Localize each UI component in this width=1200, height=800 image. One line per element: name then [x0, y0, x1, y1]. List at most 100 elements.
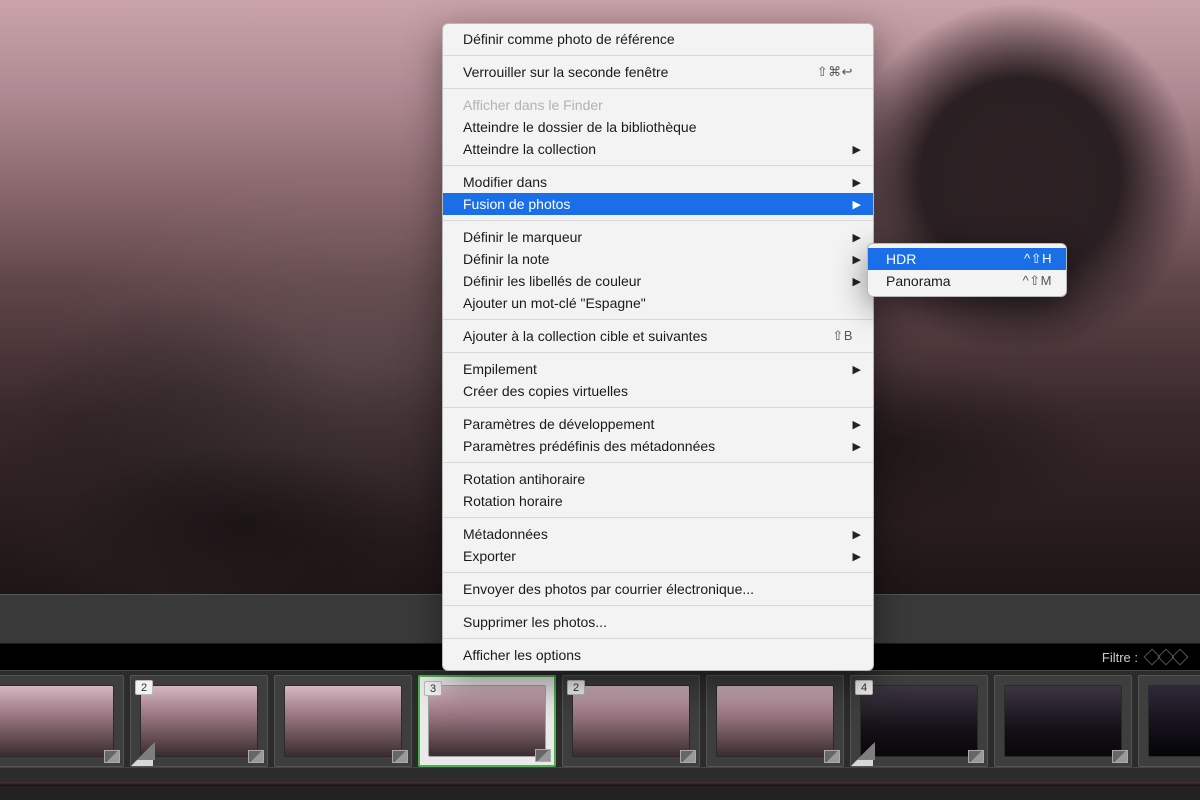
thumbnail-properties-icon — [824, 750, 840, 763]
thumbnail-properties-icon — [104, 750, 120, 763]
menu-separator — [443, 88, 873, 89]
menu-item[interactable]: Rotation antihoraire — [443, 468, 873, 490]
thumbnail-image — [429, 686, 545, 756]
menu-item-label: Supprimer les photos... — [463, 614, 853, 630]
thumbnail-image — [141, 686, 257, 756]
stack-count-badge: 4 — [855, 680, 873, 695]
menu-item[interactable]: Ajouter à la collection cible et suivant… — [443, 325, 873, 347]
menu-item[interactable]: Fusion de photos▶ — [443, 193, 873, 215]
menu-item[interactable]: Paramètres de développement▶ — [443, 413, 873, 435]
menu-item-label: Métadonnées — [463, 526, 853, 542]
menu-item[interactable]: Exporter▶ — [443, 545, 873, 567]
menu-item-label: Définir la note — [463, 251, 853, 267]
menu-item-label: Définir comme photo de référence — [463, 31, 853, 47]
thumbnail[interactable]: 2 — [562, 675, 700, 767]
menu-item-label: Envoyer des photos par courrier électron… — [463, 581, 853, 597]
menu-item[interactable]: Supprimer les photos... — [443, 611, 873, 633]
thumbnail-image — [1149, 686, 1200, 756]
menu-item-label: Atteindre le dossier de la bibliothèque — [463, 119, 853, 135]
menu-item-label: Afficher dans le Finder — [463, 97, 853, 113]
menu-item[interactable]: Rotation horaire — [443, 490, 873, 512]
submenu-item-shortcut: ^⇧H — [1024, 251, 1052, 267]
menu-item: Afficher dans le Finder — [443, 94, 873, 116]
menu-item-label: Paramètres de développement — [463, 416, 853, 432]
menu-item[interactable]: Définir la note▶ — [443, 248, 873, 270]
submenu-item[interactable]: HDR^⇧H — [868, 248, 1066, 270]
thumbnail-properties-icon — [392, 750, 408, 763]
menu-item[interactable]: Atteindre la collection▶ — [443, 138, 873, 160]
menu-item[interactable]: Modifier dans▶ — [443, 171, 873, 193]
thumbnail[interactable]: 4 — [850, 675, 988, 767]
thumbnail-properties-icon — [680, 750, 696, 763]
submenu-item[interactable]: Panorama^⇧M — [868, 270, 1066, 292]
menu-item[interactable]: Envoyer des photos par courrier électron… — [443, 578, 873, 600]
menu-separator — [443, 605, 873, 606]
menu-separator — [443, 407, 873, 408]
submenu-arrow-icon: ▶ — [853, 275, 861, 288]
menu-item-label: Créer des copies virtuelles — [463, 383, 853, 399]
thumbnail[interactable] — [1138, 675, 1200, 767]
submenu-arrow-icon: ▶ — [853, 550, 861, 563]
filter-flag-controls[interactable] — [1146, 651, 1186, 663]
menu-separator — [443, 55, 873, 56]
stack-count-badge: 3 — [424, 681, 442, 696]
menu-item-label: Atteindre la collection — [463, 141, 853, 157]
filter-label: Filtre : — [1102, 650, 1138, 665]
menu-item[interactable]: Définir le marqueur▶ — [443, 226, 873, 248]
menu-item-shortcut: ⇧B — [832, 328, 853, 344]
menu-item[interactable]: Métadonnées▶ — [443, 523, 873, 545]
menu-item[interactable]: Afficher les options — [443, 644, 873, 666]
filmstrip[interactable]: 2 3 2 4 — [0, 670, 1200, 782]
submenu-item-label: Panorama — [886, 273, 1023, 289]
menu-item-label: Ajouter un mot-clé "Espagne" — [463, 295, 853, 311]
stack-fold-icon — [131, 744, 153, 766]
menu-item-label: Rotation antihoraire — [463, 471, 853, 487]
submenu-arrow-icon: ▶ — [853, 528, 861, 541]
menu-separator — [443, 319, 873, 320]
context-menu[interactable]: Définir comme photo de référence Verrouil… — [442, 23, 874, 671]
submenu-item-shortcut: ^⇧M — [1023, 273, 1052, 289]
menu-separator — [443, 517, 873, 518]
submenu-arrow-icon: ▶ — [853, 418, 861, 431]
thumbnail[interactable]: 3 — [418, 675, 556, 767]
thumbnail[interactable] — [0, 675, 124, 767]
menu-item[interactable]: Paramètres prédéfinis des métadonnées▶ — [443, 435, 873, 457]
thumbnail-image — [573, 686, 689, 756]
menu-separator — [443, 352, 873, 353]
thumbnail-properties-icon — [1112, 750, 1128, 763]
filter-diamond-icon — [1172, 649, 1189, 666]
thumbnail-image — [1005, 686, 1121, 756]
thumbnail[interactable] — [274, 675, 412, 767]
menu-item[interactable]: Ajouter un mot-clé "Espagne" — [443, 292, 873, 314]
stack-fold-icon — [851, 744, 873, 766]
menu-item[interactable]: Définir comme photo de référence — [443, 28, 873, 50]
thumbnail-image — [717, 686, 833, 756]
thumbnail[interactable] — [994, 675, 1132, 767]
menu-item[interactable]: Définir les libellés de couleur▶ — [443, 270, 873, 292]
menu-item-label: Définir les libellés de couleur — [463, 273, 853, 289]
menu-separator — [443, 220, 873, 221]
thumbnail-properties-icon — [968, 750, 984, 763]
submenu-arrow-icon: ▶ — [853, 440, 861, 453]
menu-item-label: Rotation horaire — [463, 493, 853, 509]
submenu-arrow-icon: ▶ — [853, 176, 861, 189]
submenu-item-label: HDR — [886, 251, 1024, 267]
menu-separator — [443, 572, 873, 573]
menu-item-label: Exporter — [463, 548, 853, 564]
menu-separator — [443, 638, 873, 639]
menu-item[interactable]: Empilement▶ — [443, 358, 873, 380]
stack-count-badge: 2 — [135, 680, 153, 695]
thumbnail-image — [0, 686, 113, 756]
thumbnail[interactable] — [706, 675, 844, 767]
menu-item-label: Verrouiller sur la seconde fenêtre — [463, 64, 817, 80]
menu-item-label: Définir le marqueur — [463, 229, 853, 245]
submenu-arrow-icon: ▶ — [853, 253, 861, 266]
menu-item[interactable]: Atteindre le dossier de la bibliothèque — [443, 116, 873, 138]
menu-item[interactable]: Verrouiller sur la seconde fenêtre⇧⌘↩ — [443, 61, 873, 83]
thumbnail[interactable]: 2 — [130, 675, 268, 767]
menu-item-shortcut: ⇧⌘↩ — [817, 64, 853, 80]
menu-item[interactable]: Créer des copies virtuelles — [443, 380, 873, 402]
submenu-fusion-photos[interactable]: HDR^⇧HPanorama^⇧M — [867, 243, 1067, 297]
submenu-arrow-icon: ▶ — [853, 363, 861, 376]
thumbnail-properties-icon — [535, 749, 551, 762]
